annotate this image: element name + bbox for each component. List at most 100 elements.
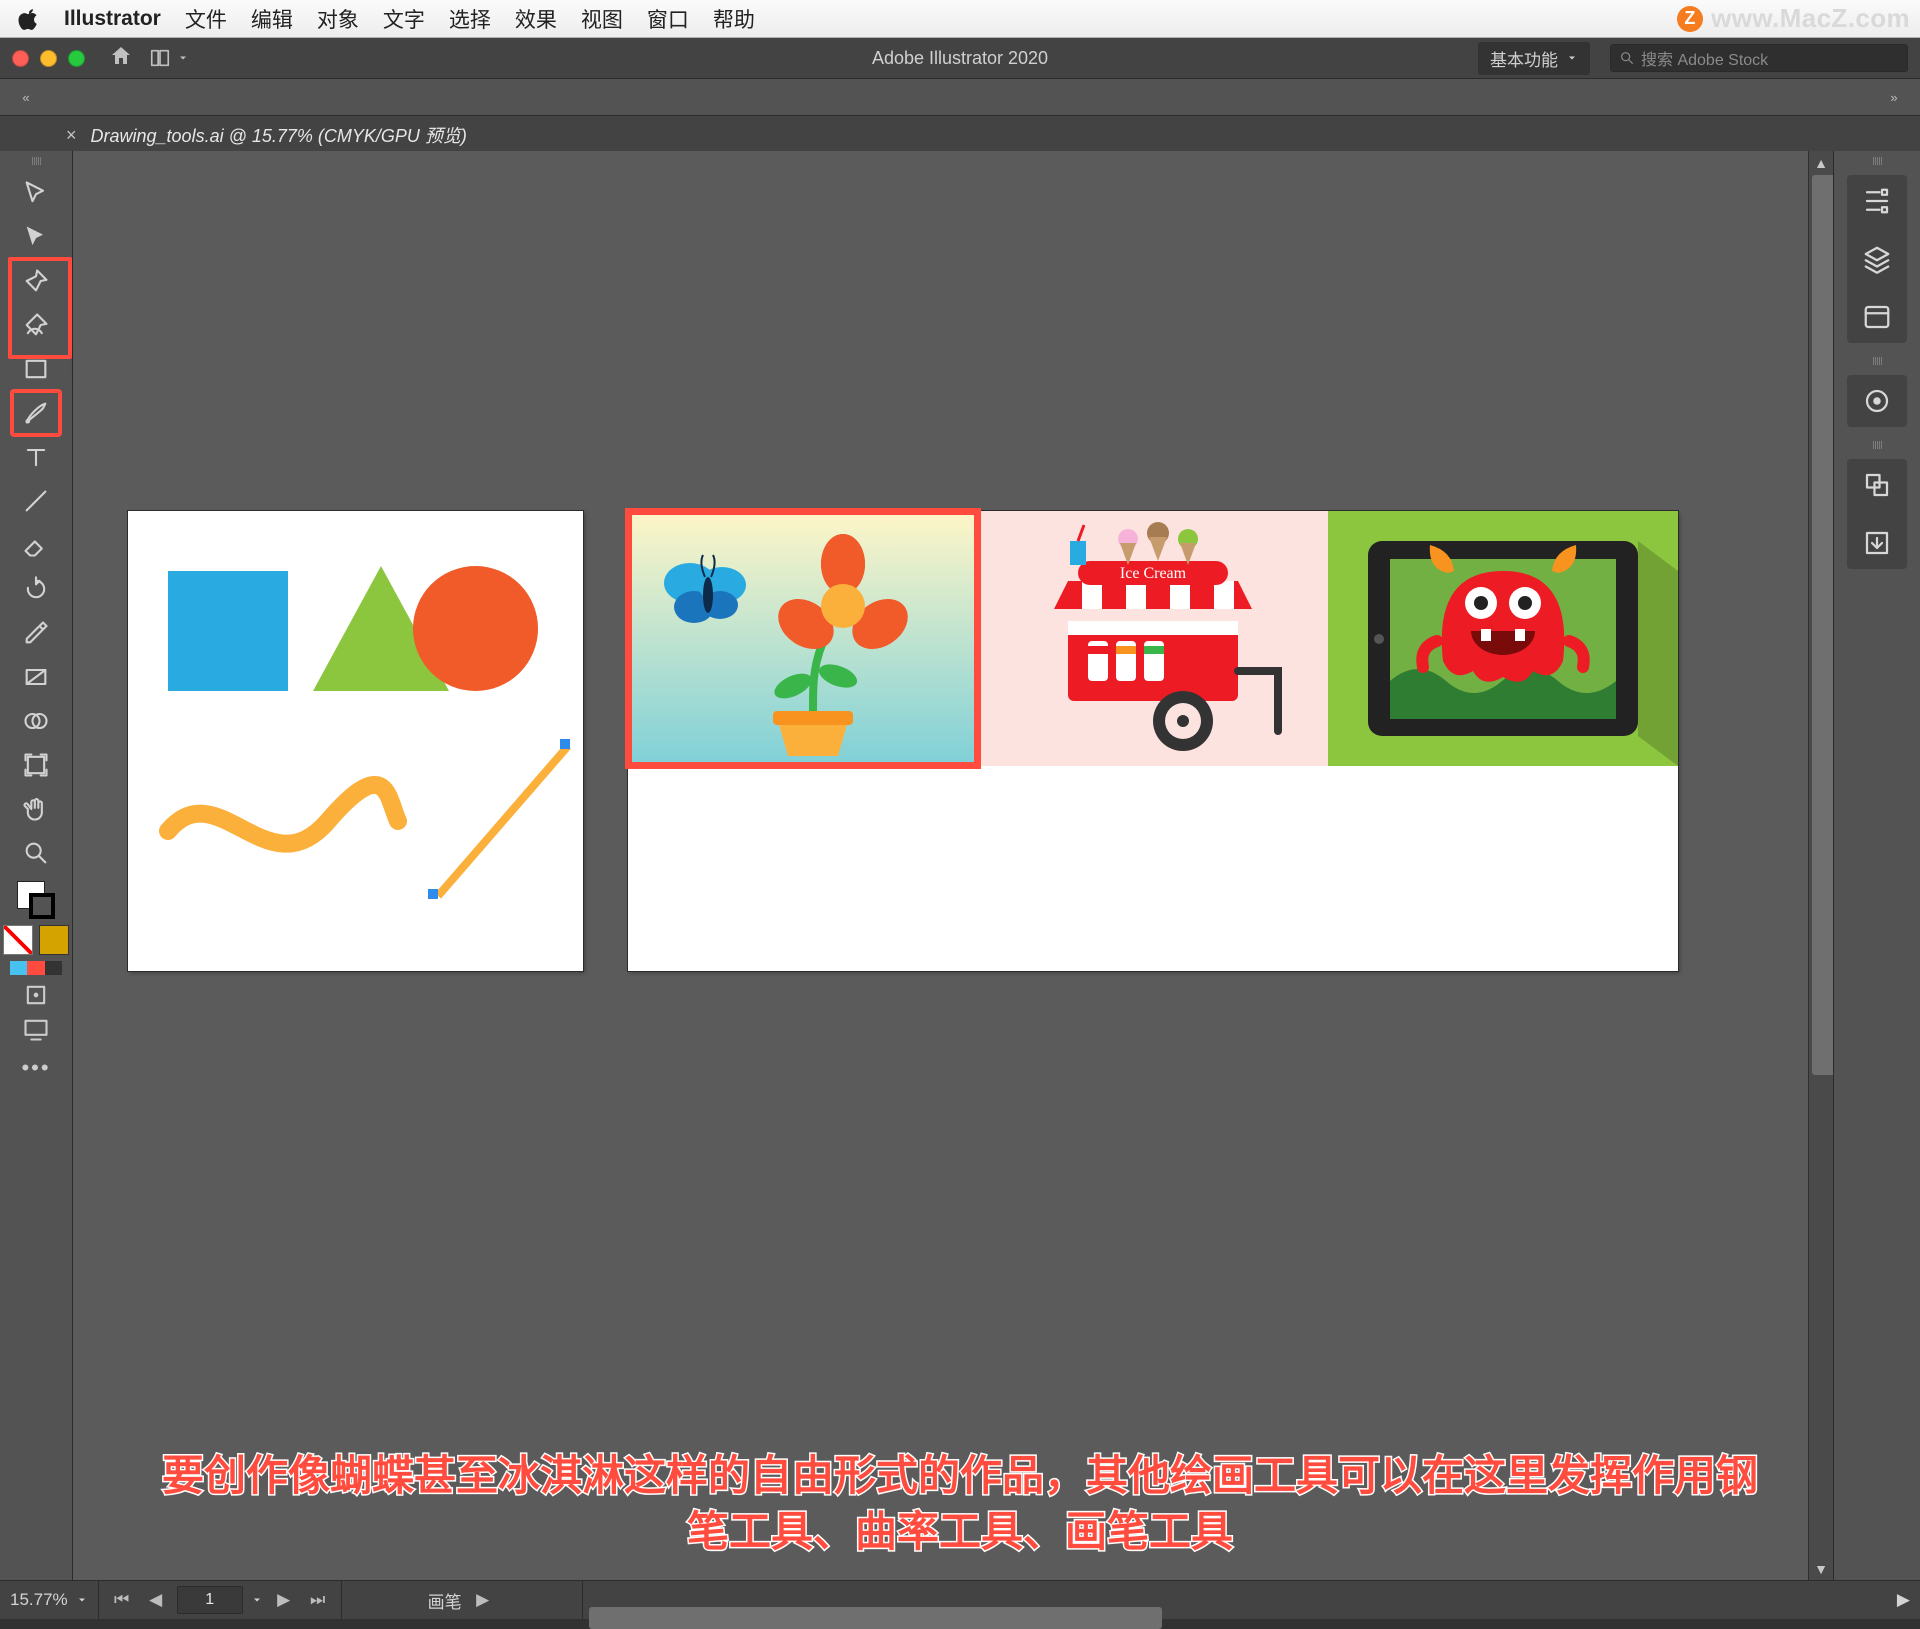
prev-artboard-button[interactable]: ◀ [143,1590,169,1610]
color-swatch[interactable] [39,925,69,955]
zoom-value: 15.77% [10,1590,68,1610]
panel-collapse-right[interactable]: » [1876,79,1912,115]
scroll-up-button[interactable]: ▲ [1809,151,1833,175]
asset-export-icon[interactable] [1859,525,1895,561]
thumbnail-flower [628,511,978,766]
thumbnail-icecream: Ice Cream [978,511,1328,766]
first-artboard-button[interactable]: ⏮ [109,1590,135,1610]
yellow-wavy-line [158,761,408,881]
draw-mode-button[interactable] [22,981,50,1009]
panel-grip[interactable] [1857,441,1897,449]
artboard-1 [128,511,583,971]
rectangle-tool[interactable]: 曲率工具 (Shift+`) [12,347,60,391]
layers-icon[interactable] [1859,241,1895,277]
document-tabs: × Drawing_tools.ai @ 15.77% (CMYK/GPU 预览… [0,116,1920,155]
document-tab-close[interactable]: × [66,125,77,146]
window-zoom-button[interactable] [68,50,85,67]
zoom-tool[interactable] [12,831,60,875]
view-menu[interactable]: 视图 [581,4,623,34]
control-strip: « » [0,78,1920,116]
workspace-switcher[interactable]: 基本功能 [1478,42,1590,75]
edit-menu[interactable]: 编辑 [251,4,293,34]
path-anchor [560,739,570,749]
fill-stroke-control[interactable] [17,881,55,919]
dock-group-2 [1847,375,1907,427]
thumbnail-monster [1328,511,1678,766]
tool-label-menu[interactable]: ▶ [470,1590,496,1610]
file-menu[interactable]: 文件 [185,4,227,34]
artboard-2: Ice Cream [628,511,1678,971]
paintbrush-tool[interactable] [12,391,60,435]
line-segment-tool[interactable] [12,479,60,523]
window-controls [12,50,85,67]
type-menu[interactable]: 文字 [383,4,425,34]
pen-tool[interactable] [12,259,60,303]
scroll-down-button[interactable]: ▼ [1809,1557,1833,1581]
main-area: 曲率工具 (Shift+`) ••• [0,151,1920,1581]
next-artboard-button[interactable]: ▶ [271,1590,297,1610]
last-artboard-button[interactable]: ⏭ [305,1590,331,1610]
window-close-button[interactable] [12,50,29,67]
stroke-swatch[interactable] [29,893,55,919]
help-menu[interactable]: 帮助 [713,4,755,34]
apple-menu-icon[interactable] [18,8,40,30]
artboards-icon[interactable] [1859,467,1895,503]
right-panel-dock [1833,151,1920,1581]
gradient-tool[interactable] [12,655,60,699]
effect-menu[interactable]: 效果 [515,4,557,34]
edit-toolbar-button[interactable]: ••• [21,1055,50,1081]
appearance-icon[interactable] [1859,383,1895,419]
watermark-badge: Z [1677,6,1703,32]
home-button[interactable] [109,44,133,73]
document-tab-label[interactable]: Drawing_tools.ai @ 15.77% (CMYK/GPU 预览) [91,122,467,148]
stock-search-input[interactable]: 搜索 Adobe Stock [1610,44,1908,72]
mac-menubar: Illustrator 文件 编辑 对象 文字 选择 效果 视图 窗口 帮助 Z… [0,0,1920,38]
zoom-control[interactable]: 15.77% [0,1581,99,1619]
scroll-thumb[interactable] [1812,175,1833,1075]
color-controls: ••• [3,881,69,1081]
status-bar: 15.77% ⏮ ◀ ▶ ⏭ 画笔 ▶ ▶ [0,1580,1920,1619]
shape-builder-tool[interactable] [12,699,60,743]
vertical-scrollbar[interactable]: ▲ ▼ [1808,151,1833,1581]
rotate-tool[interactable] [12,567,60,611]
search-placeholder: 搜索 Adobe Stock [1641,46,1768,70]
toolbar-collapse-left[interactable]: « [8,79,44,115]
panel-grip[interactable] [16,157,56,165]
panel-grip[interactable] [1857,157,1897,165]
artboard-tool[interactable] [12,743,60,787]
scroll-right-button[interactable]: ▶ [1887,1581,1920,1619]
app-menu[interactable]: Illustrator [64,7,161,31]
blue-square-shape [168,571,288,691]
object-menu[interactable]: 对象 [317,4,359,34]
orange-circle-shape [413,566,538,691]
arrange-documents-button[interactable] [149,47,189,69]
dock-group-1 [1847,175,1907,343]
none-swatch[interactable] [3,925,33,955]
artboard-index-input[interactable] [177,1586,243,1614]
hand-tool[interactable] [12,787,60,831]
eyedropper-tool[interactable] [12,611,60,655]
svg-text:Ice Cream: Ice Cream [1120,565,1187,582]
select-menu[interactable]: 选择 [449,4,491,34]
type-tool[interactable] [12,435,60,479]
canvas[interactable]: Ice Cream [73,151,1833,1581]
app-title: Adobe Illustrator 2020 [872,48,1048,69]
properties-icon[interactable] [1859,183,1895,219]
watermark: Z www.MacZ.com [1677,0,1910,37]
scroll-thumb[interactable] [589,1607,1162,1629]
dock-group-3 [1847,459,1907,569]
eraser-tool[interactable] [12,523,60,567]
workspace-label: 基本功能 [1490,46,1558,71]
direct-selection-tool[interactable] [12,215,60,259]
chevron-down-icon [251,1594,263,1606]
current-tool-label[interactable]: 画笔 ▶ [342,1581,583,1619]
screen-mode-button[interactable] [22,1015,50,1043]
libraries-icon[interactable] [1859,299,1895,335]
panel-grip[interactable] [1857,357,1897,365]
window-menu[interactable]: 窗口 [647,4,689,34]
selection-tool[interactable] [12,171,60,215]
app-titlebar: Adobe Illustrator 2020 基本功能 搜索 Adobe Sto… [0,38,1920,78]
curvature-tool[interactable] [12,303,60,347]
color-mode-chips[interactable] [10,961,62,975]
window-minimize-button[interactable] [40,50,57,67]
